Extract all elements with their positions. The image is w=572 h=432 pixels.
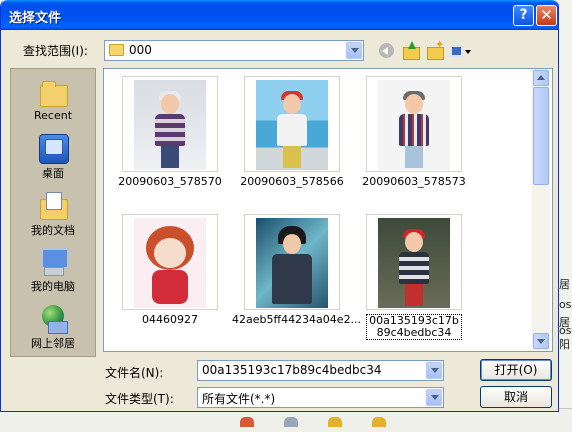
background-text: os — [559, 298, 572, 311]
folder-icon — [109, 44, 124, 56]
scroll-thumb[interactable] — [533, 87, 549, 185]
background-icon — [372, 417, 386, 427]
help-button[interactable]: ? — [513, 5, 534, 26]
open-button[interactable]: 打开(O) — [480, 359, 552, 381]
file-open-dialog: 选择文件 ? ✕ 查找范围(I): 000 Recent 桌面 我的文档 我的电… — [0, 0, 559, 412]
look-in-label: 查找范围(I): — [23, 44, 88, 58]
place-label: 我的电脑 — [31, 280, 75, 293]
my-documents-icon — [38, 190, 68, 220]
thumbnail-image — [134, 80, 206, 170]
file-type-label: 文件类型(T): — [105, 392, 174, 406]
file-name-label: 00a135193c17b89c4bedbc34 — [366, 314, 462, 340]
place-recent[interactable]: Recent — [11, 77, 95, 122]
place-label: Recent — [33, 109, 73, 122]
scroll-up-icon[interactable] — [533, 70, 549, 86]
file-list-pane[interactable]: 20090603_578570 20090603_578566 20090603… — [103, 68, 553, 352]
background-text: 居 — [559, 278, 570, 291]
file-name-label: 20090603_578566 — [240, 175, 344, 188]
file-name-label: 42aeb5ff44234a04e2... — [232, 313, 362, 326]
file-thumbnail-item-selected[interactable]: 00a135193c17b89c4bedbc34 — [354, 214, 474, 340]
thumbnail-frame — [122, 76, 218, 172]
background-icon — [284, 417, 298, 427]
back-icon[interactable] — [377, 41, 397, 61]
network-places-icon — [38, 303, 68, 334]
thumbnail-image — [378, 218, 450, 308]
place-my-documents[interactable]: 我的文档 — [11, 190, 95, 238]
look-in-dropdown[interactable]: 000 — [104, 40, 364, 61]
file-name-label: 04460927 — [142, 313, 198, 326]
chevron-down-icon[interactable] — [426, 362, 442, 379]
thumbnail-frame — [366, 76, 462, 172]
thumbnail-image — [134, 218, 206, 308]
background-window-edge: 居 os 居 os 阳 — [558, 0, 572, 432]
places-bar: Recent 桌面 我的文档 我的电脑 网上邻居 — [10, 68, 96, 357]
file-thumbnail-item[interactable]: 20090603_578570 — [110, 76, 230, 188]
file-list-scrollbar[interactable] — [532, 69, 550, 351]
file-thumbnail-item[interactable]: 20090603_578566 — [232, 76, 352, 188]
view-menu-icon[interactable] — [448, 41, 472, 61]
background-text: 阳 — [559, 338, 570, 351]
place-desktop[interactable]: 桌面 — [11, 133, 95, 181]
thumbnail-frame — [366, 214, 462, 310]
up-folder-icon[interactable] — [401, 41, 421, 61]
thumbnail-image — [378, 80, 450, 170]
place-label: 桌面 — [42, 167, 64, 180]
file-name-label-text: 文件名(N): — [105, 366, 164, 380]
place-network[interactable]: 网上邻居 — [11, 303, 95, 351]
dialog-title: 选择文件 — [9, 11, 62, 26]
file-type-value: 所有文件(*.*) — [202, 392, 276, 406]
place-my-computer[interactable]: 我的电脑 — [11, 246, 95, 294]
chevron-down-icon[interactable] — [346, 42, 362, 59]
thumbnail-image — [256, 218, 328, 308]
thumbnail-frame — [122, 214, 218, 310]
title-bar[interactable]: 选择文件 ? ✕ — [1, 0, 558, 30]
place-label: 我的文档 — [31, 224, 75, 237]
cancel-button[interactable]: 取消 — [480, 386, 552, 408]
place-label: 网上邻居 — [31, 337, 75, 350]
desktop-icon — [38, 133, 69, 164]
close-button[interactable]: ✕ — [536, 5, 557, 26]
scroll-down-icon[interactable] — [533, 333, 549, 349]
background-icon — [240, 417, 254, 427]
recent-folder-icon — [38, 77, 68, 107]
new-folder-icon[interactable] — [425, 38, 445, 61]
file-thumbnail-item[interactable]: 20090603_578573 — [354, 76, 474, 188]
file-name-label: 20090603_578573 — [362, 175, 466, 188]
thumbnail-frame — [244, 214, 340, 310]
thumbnail-image — [256, 80, 328, 170]
file-thumbnail-item[interactable]: 04460927 — [110, 214, 230, 326]
background-icon — [328, 417, 342, 427]
my-computer-icon — [38, 246, 69, 276]
thumbnail-frame — [244, 76, 340, 172]
file-name-value: 00a135193c17b89c4bedbc34 — [202, 363, 382, 377]
file-name-input[interactable]: 00a135193c17b89c4bedbc34 — [197, 360, 444, 381]
file-name-label: 20090603_578570 — [118, 175, 222, 188]
file-type-dropdown[interactable]: 所有文件(*.*) — [197, 387, 444, 408]
file-thumbnail-item[interactable]: 42aeb5ff44234a04e2... — [232, 214, 362, 326]
chevron-down-icon[interactable] — [426, 389, 442, 406]
look-in-value: 000 — [129, 43, 152, 57]
